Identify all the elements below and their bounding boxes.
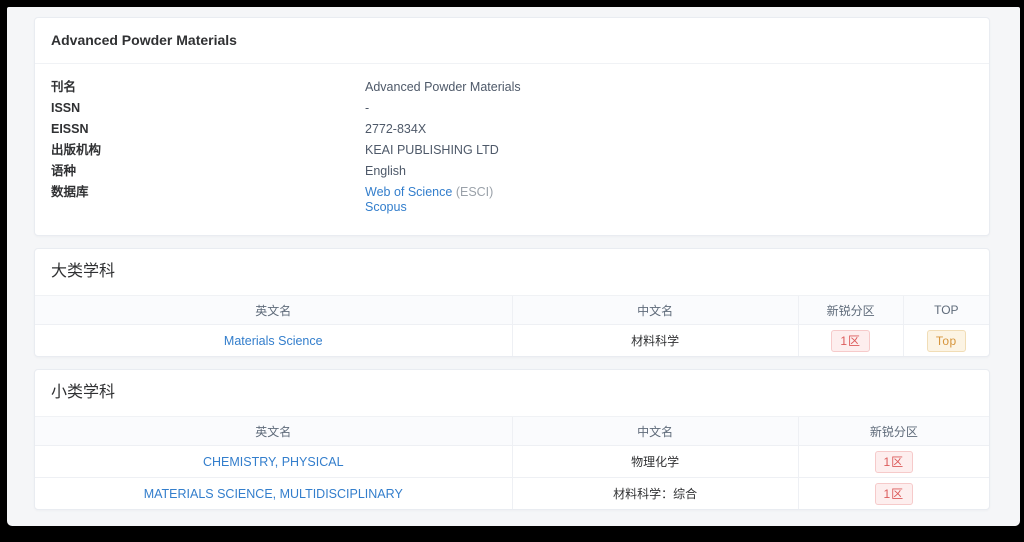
field-row-issn: ISSN - (51, 101, 973, 116)
subject-link[interactable]: CHEMISTRY, PHYSICAL (203, 455, 344, 469)
field-value: KEAI PUBLISHING LTD (365, 143, 499, 158)
major-section-title: 大类学科 (35, 249, 989, 296)
cell-zh: 物理化学 (512, 446, 798, 478)
major-subjects-table: 英文名 中文名 新锐分区 TOP Materials Science 材料科学 … (35, 296, 989, 356)
field-row-eissn: EISSN 2772-834X (51, 122, 973, 137)
column-header-en: 英文名 (35, 296, 512, 325)
cell-en: Materials Science (35, 325, 512, 357)
field-row-databases: 数据库 Web of Science (ESCI) Scopus (51, 185, 973, 215)
minor-subjects-table: 英文名 中文名 新锐分区 CHEMISTRY, PHYSICAL 物理化学 1区… (35, 417, 989, 509)
journal-fields: 刊名 Advanced Powder Materials ISSN - EISS… (35, 64, 989, 235)
minor-section-title: 小类学科 (35, 370, 989, 417)
cell-top: Top (903, 325, 989, 357)
cell-zone: 1区 (798, 446, 989, 478)
column-header-zh: 中文名 (512, 296, 798, 325)
field-label: 数据库 (51, 185, 365, 215)
table-row: Materials Science 材料科学 1区 Top (35, 325, 989, 357)
cell-zh: 材料科学 (512, 325, 798, 357)
field-label: EISSN (51, 122, 365, 137)
page: Advanced Powder Materials 刊名 Advanced Po… (7, 7, 1020, 526)
subject-link[interactable]: Materials Science (224, 334, 323, 348)
field-value: Advanced Powder Materials (365, 80, 521, 95)
top-badge: Top (927, 330, 966, 352)
journal-info-card: Advanced Powder Materials 刊名 Advanced Po… (34, 17, 990, 236)
zone-badge: 1区 (875, 483, 914, 505)
zone-badge: 1区 (831, 330, 870, 352)
journal-title: Advanced Powder Materials (35, 18, 989, 64)
database-note: (ESCI) (456, 185, 494, 199)
field-row-publisher: 出版机构 KEAI PUBLISHING LTD (51, 143, 973, 158)
field-row-language: 语种 English (51, 164, 973, 179)
table-header-row: 英文名 中文名 新锐分区 (35, 417, 989, 446)
database-line: Scopus (365, 200, 493, 215)
table-row: MATERIALS SCIENCE, MULTIDISCIPLINARY 材料科… (35, 478, 989, 510)
column-header-zone: 新锐分区 (798, 296, 903, 325)
table-header-row: 英文名 中文名 新锐分区 TOP (35, 296, 989, 325)
column-header-top: TOP (903, 296, 989, 325)
field-label: 刊名 (51, 80, 365, 95)
minor-subjects-card: 小类学科 英文名 中文名 新锐分区 CHEMISTRY, PHYSICAL 物理… (34, 369, 990, 510)
column-header-zh: 中文名 (512, 417, 798, 446)
field-value: - (365, 101, 369, 116)
database-line: Web of Science (ESCI) (365, 185, 493, 200)
cell-zone: 1区 (798, 478, 989, 510)
field-label: 出版机构 (51, 143, 365, 158)
table-row: CHEMISTRY, PHYSICAL 物理化学 1区 (35, 446, 989, 478)
field-row-name: 刊名 Advanced Powder Materials (51, 80, 973, 95)
field-label: 语种 (51, 164, 365, 179)
zone-badge: 1区 (875, 451, 914, 473)
scopus-link[interactable]: Scopus (365, 200, 407, 214)
field-value: 2772-834X (365, 122, 426, 137)
content-area: Advanced Powder Materials 刊名 Advanced Po… (7, 7, 1020, 510)
web-of-science-link[interactable]: Web of Science (365, 185, 452, 199)
cell-en: CHEMISTRY, PHYSICAL (35, 446, 512, 478)
cell-zone: 1区 (798, 325, 903, 357)
cell-zh: 材料科学：综合 (512, 478, 798, 510)
column-header-zone: 新锐分区 (798, 417, 989, 446)
field-label: ISSN (51, 101, 365, 116)
database-list: Web of Science (ESCI) Scopus (365, 185, 493, 215)
field-value: English (365, 164, 406, 179)
column-header-en: 英文名 (35, 417, 512, 446)
subject-link[interactable]: MATERIALS SCIENCE, MULTIDISCIPLINARY (144, 487, 403, 501)
cell-en: MATERIALS SCIENCE, MULTIDISCIPLINARY (35, 478, 512, 510)
major-subjects-card: 大类学科 英文名 中文名 新锐分区 TOP Materials Science … (34, 248, 990, 357)
